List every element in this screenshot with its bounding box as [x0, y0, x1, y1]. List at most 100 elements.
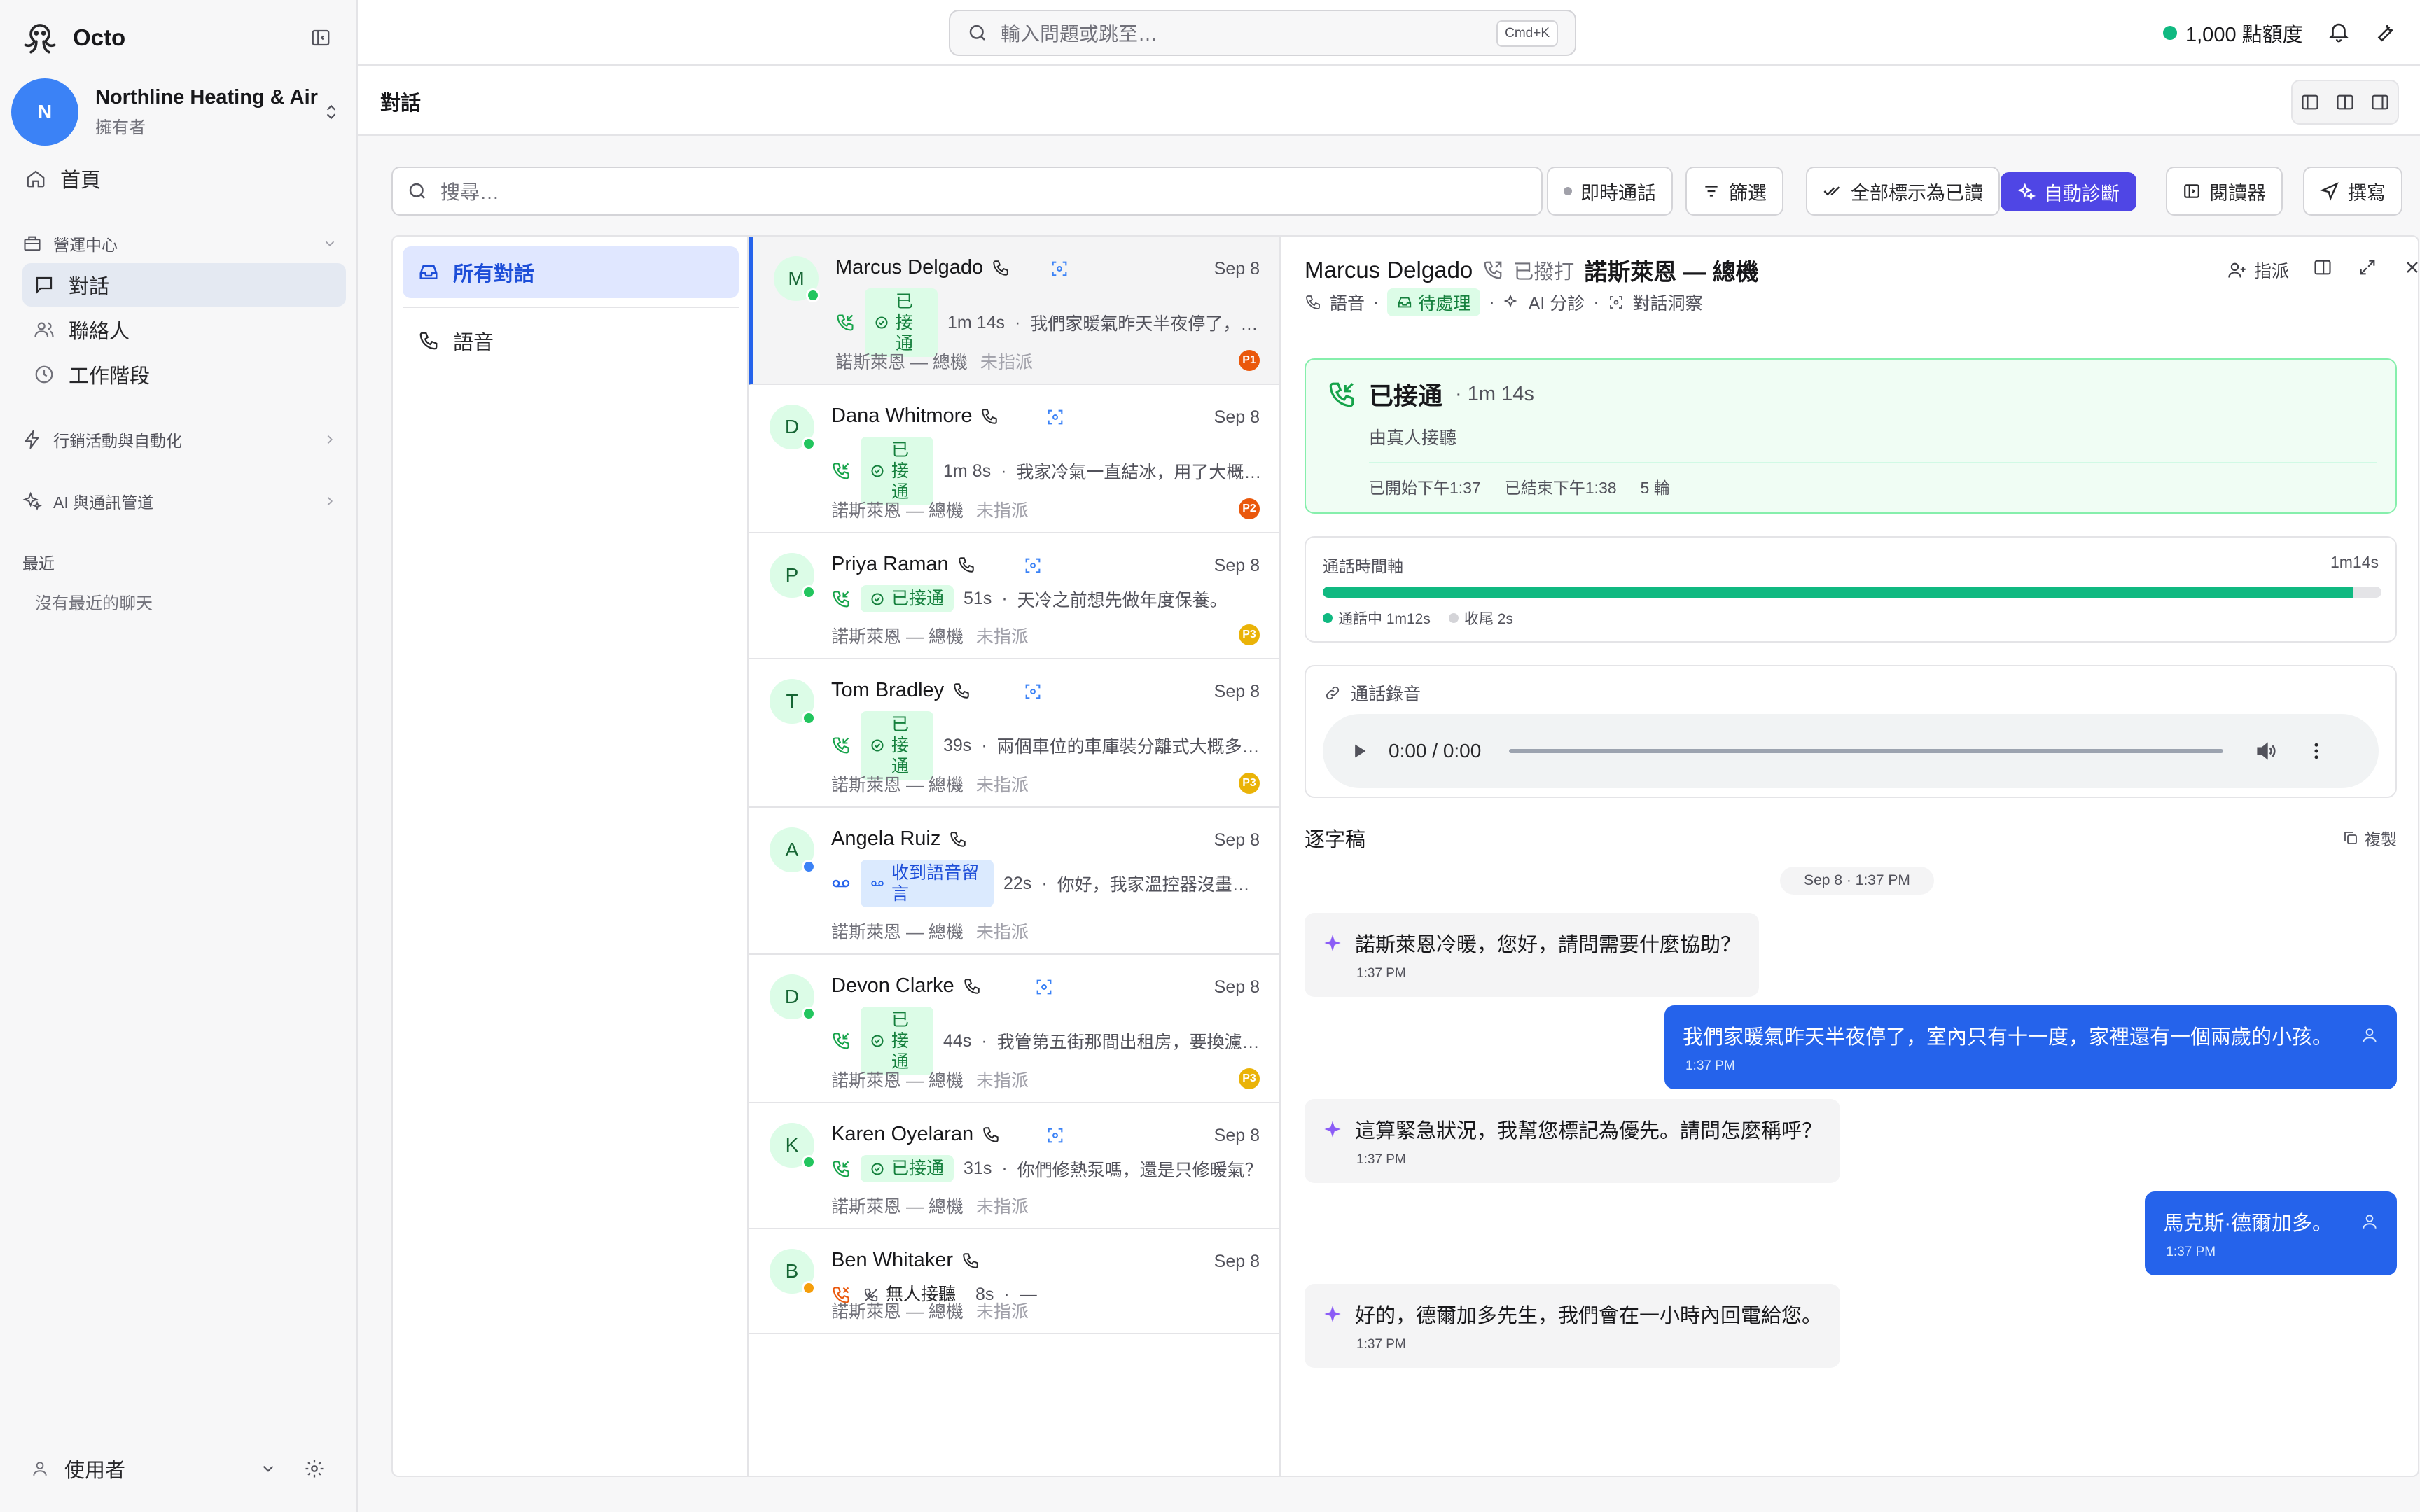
more-vertical-icon[interactable]: [2306, 741, 2327, 762]
conversation-snippet: 我家冷氣一直結冰，用了大概…: [1016, 463, 1262, 482]
scan-icon[interactable]: [1023, 556, 1043, 575]
chevron-right-icon: [322, 432, 338, 447]
scan-icon[interactable]: [1045, 1126, 1065, 1145]
conversation-row[interactable]: M Marcus Delgado Sep 8 已接通 1m 14s · 我們家暖氣昨天半夜停…: [749, 237, 1279, 385]
nav-section-ai[interactable]: AI 與通訊管道: [22, 484, 338, 518]
filter-icon: [1702, 182, 1720, 200]
status-label: 已接通: [891, 1010, 910, 1072]
nav-sessions-label: 工作階段: [69, 365, 151, 388]
insights-link[interactable]: 對話洞察: [1633, 290, 1703, 315]
state-badge[interactable]: 待處理: [1387, 288, 1481, 316]
conversation-line-row: 諾斯萊恩 — 總機 未指派: [831, 1298, 1029, 1323]
bell-icon[interactable]: [2327, 20, 2351, 43]
call-duration: · 1m 14s: [1455, 383, 1534, 405]
player-seek-bar[interactable]: [1509, 749, 2224, 753]
detail-line: 諾斯萊恩 — 總機: [1584, 259, 1759, 285]
global-search[interactable]: 輸入問題或跳至… Cmd+K: [949, 10, 1576, 56]
live-calls-button[interactable]: 即時通話: [1547, 167, 1673, 216]
presence-dot: [802, 711, 816, 725]
conversation-snippet: 你們修熱泵嗎，還是只修暖氣？: [1017, 1160, 1263, 1180]
nav-section-marketing[interactable]: 行銷活動與自動化: [22, 423, 338, 456]
auto-diagnose-button[interactable]: 自動診斷: [2001, 172, 2136, 211]
scan-icon[interactable]: [1034, 977, 1054, 997]
scan-icon[interactable]: [1023, 682, 1043, 701]
conversation-row[interactable]: B Ben Whitaker Sep 8 無人接聽 8s · — 諾斯萊恩 — 總機 未指派: [749, 1229, 1279, 1334]
conversation-row[interactable]: P Priya Raman Sep 8 已接通 51s · 天冷之前想先做年度保養。 諾斯萊恩…: [749, 533, 1279, 659]
assignee: 未指派: [975, 501, 1029, 521]
expand-icon[interactable]: [2358, 258, 2377, 277]
contact-name: Tom Bradley: [831, 679, 945, 701]
search-icon: [967, 22, 988, 43]
state-label: 待處理: [1418, 294, 1471, 314]
assign-label: 指派: [2254, 262, 2290, 281]
phone-line: 諾斯萊恩 — 總機: [831, 776, 964, 795]
conversation-row[interactable]: T Tom Bradley Sep 8 已接通 39s · 兩個車位的車庫裝分離式大概多… 諾…: [749, 659, 1279, 808]
wrench-icon[interactable]: [2373, 20, 2397, 43]
gear-icon[interactable]: [304, 1458, 325, 1479]
zap-icon: [22, 430, 42, 449]
assign-button[interactable]: 指派: [2227, 258, 2289, 283]
copy-button[interactable]: 複製: [2342, 826, 2397, 850]
nav-contacts[interactable]: 聯絡人: [22, 308, 346, 351]
nav-section-ops-label: 營運中心: [53, 236, 118, 254]
close-icon[interactable]: [2402, 258, 2418, 277]
call-turns: 5 輪: [1640, 479, 1670, 497]
brand[interactable]: Octo: [18, 15, 125, 60]
conversation-search[interactable]: 搜尋…: [391, 167, 1543, 216]
play-icon[interactable]: [1349, 741, 1369, 761]
scan-icon[interactable]: [1050, 259, 1069, 279]
layout-right-icon[interactable]: [2370, 92, 2390, 112]
scan-icon[interactable]: [1045, 407, 1065, 427]
page-title: 對話: [380, 92, 422, 115]
chevron-down-icon[interactable]: [259, 1460, 277, 1478]
status-label: 已接通: [891, 1158, 945, 1178]
inbox-icon: [418, 262, 439, 283]
phone-incoming-icon: [831, 461, 851, 481]
phone-icon: [982, 1126, 1000, 1144]
folder-voice[interactable]: 語音: [403, 315, 739, 367]
player-time: 0:00 / 0:00: [1389, 740, 1482, 762]
phone-icon: [949, 830, 967, 848]
assignee: 未指派: [975, 627, 1029, 647]
status-badge: 已接通: [861, 711, 933, 780]
contact-name: Karen Oyelaran: [831, 1123, 974, 1145]
nav-sessions[interactable]: 工作階段: [22, 353, 346, 396]
volume-icon[interactable]: [2254, 739, 2278, 763]
conversation-row[interactable]: D Dana Whitmore Sep 8 已接通 1m 8s · 我家冷氣一直結冰，用了大…: [749, 385, 1279, 533]
mark-all-read-button[interactable]: 全部標示為已讀: [1806, 167, 2000, 216]
org-switcher[interactable]: N Northline Heating & Air 擁有者: [11, 77, 347, 147]
reader-button[interactable]: 閱讀器: [2166, 167, 2283, 216]
live-calls-label: 即時通話: [1580, 182, 1656, 204]
priority-badge: P3: [1239, 1068, 1260, 1089]
user-menu[interactable]: 使用者: [31, 1449, 332, 1488]
recent-empty: 沒有最近的聊天: [35, 594, 153, 613]
conversation-row[interactable]: K Karen Oyelaran Sep 8 已接通 31s · 你們修熱泵嗎，還是只修暖氣…: [749, 1103, 1279, 1229]
folder-all[interactable]: 所有對話: [403, 246, 739, 298]
transcript-title: 逐字稿: [1305, 829, 1366, 851]
layout-columns-icon[interactable]: [2335, 92, 2355, 112]
caller-message: 馬克斯·德爾加多。 1:37 PM: [2145, 1191, 2397, 1275]
nav-home[interactable]: 首頁: [21, 157, 345, 200]
nav-section-ops[interactable]: 營運中心: [22, 227, 338, 260]
conversation-row[interactable]: D Devon Clarke Sep 8 已接通 44s · 我管第五街那間出租房，要換濾……: [749, 955, 1279, 1103]
timeline-total: 1m14s: [2330, 553, 2379, 571]
nav-conversations[interactable]: 對話: [22, 263, 346, 307]
message-text: 馬克斯·德爾加多。: [2163, 1212, 2332, 1235]
avatar-initial: B: [785, 1260, 799, 1282]
status-label: 收到語音留言: [891, 863, 980, 904]
phone-incoming-icon: [831, 736, 851, 755]
conversation-snippet: 天冷之前想先做年度保養。: [1017, 590, 1228, 610]
check-circle-icon: [870, 1034, 884, 1048]
conversation-row[interactable]: A Angela Ruiz Sep 8 收到語音留言 22s · 你好，我家溫控器沒畫面… 諾…: [749, 808, 1279, 955]
avatar-initial: A: [785, 839, 799, 860]
separator: ·: [1001, 1158, 1008, 1178]
side-panel-icon[interactable]: [2313, 258, 2332, 277]
collapse-sidebar-icon[interactable]: [308, 25, 333, 50]
ai-triage-link[interactable]: AI 分診: [1529, 290, 1585, 315]
filter-button[interactable]: 篩選: [1685, 167, 1783, 216]
credits-indicator[interactable]: 1,000 點額度: [2163, 18, 2303, 48]
compose-button[interactable]: 撰寫: [2303, 167, 2402, 216]
inbox-icon: [1397, 295, 1412, 310]
check-circle-icon: [870, 738, 884, 752]
layout-left-icon[interactable]: [2300, 92, 2320, 112]
